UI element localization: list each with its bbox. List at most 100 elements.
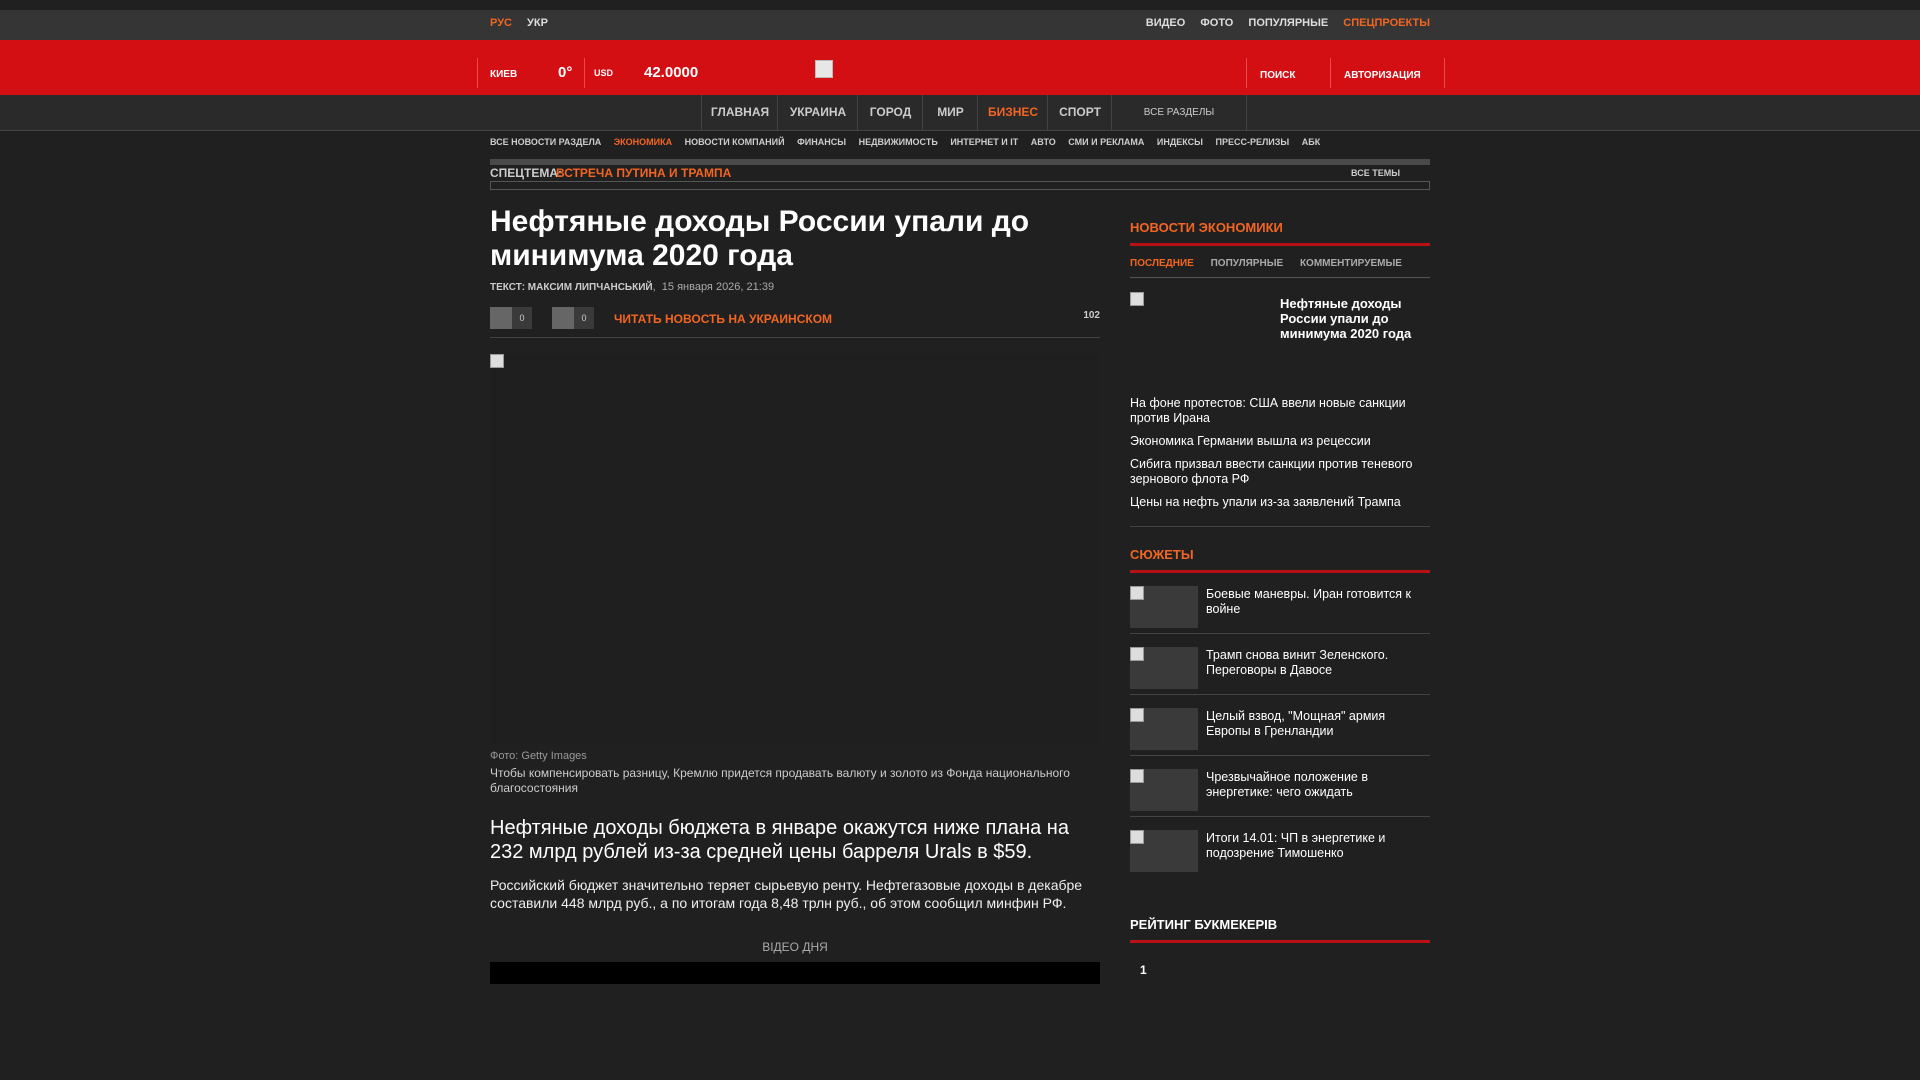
nav-item-ukraine[interactable]: УКРАИНА <box>777 95 858 130</box>
subnav-media[interactable]: СМИ И РЕКЛАМА <box>1068 137 1144 147</box>
site-header: КИЕВ 0° USD 42.0000 ПОИСК АВТОРИЗАЦИЯ <box>0 40 1920 95</box>
nav-item-business[interactable]: БИЗНЕС <box>977 95 1048 130</box>
special-topic-frame <box>490 181 1430 190</box>
article-author[interactable]: ТЕКСТ: МАКСИМ ЛИПЧАНСЬКИЙ <box>490 282 653 293</box>
login-button[interactable]: АВТОРИЗАЦИЯ <box>1344 70 1421 81</box>
photo-credit: Фото: Getty Images <box>490 750 587 762</box>
subnav-all-news[interactable]: ВСЕ НОВОСТИ РАЗДЕЛА <box>490 137 601 147</box>
story-title[interactable]: Боевые маневры. Иран готовится к войне <box>1206 587 1430 617</box>
subnav-abk[interactable]: АБК <box>1302 137 1320 147</box>
main-nav: ГЛАВНАЯ УКРАИНА ГОРОД МИР БИЗНЕС СПОРТ В… <box>0 95 1920 131</box>
lang-uk-link[interactable]: УКР <box>527 17 548 29</box>
section-divider <box>1130 526 1430 527</box>
article-divider <box>490 337 1100 338</box>
article-meta: ТЕКСТ: МАКСИМ ЛИПЧАНСЬКИЙ, 15 января 202… <box>490 281 775 293</box>
photo-caption: Чтобы компенсировать разницу, Кремлю при… <box>490 766 1070 795</box>
featured-news[interactable]: Нефтяные доходы России упали до минимума… <box>1130 278 1430 388</box>
popular-link[interactable]: ПОПУЛЯРНЫЕ <box>1248 17 1328 29</box>
share-count: 0 <box>512 307 532 329</box>
rating-position: 1 <box>1140 963 1147 977</box>
story-item[interactable]: Чрезвычайное положение в энергетике: чег… <box>1130 756 1430 817</box>
nav-item-all-sections[interactable]: ВСЕ РАЗДЕЛЫ <box>1111 95 1247 130</box>
nav-item-world[interactable]: МИР <box>922 95 978 130</box>
tab-commented[interactable]: КОММЕНТИРУЕМЫЕ <box>1300 258 1402 269</box>
nav-item-sport[interactable]: СПОРТ <box>1047 95 1112 130</box>
nav-item-city[interactable]: ГОРОД <box>857 95 923 130</box>
subnav-press-releases[interactable]: ПРЕСС-РЕЛИЗЫ <box>1216 137 1290 147</box>
article-date: 15 января 2026, 21:39 <box>661 281 775 293</box>
share-icon[interactable] <box>552 307 574 329</box>
header-divider <box>1246 58 1247 88</box>
site-logo[interactable] <box>815 60 833 78</box>
special-topic-link[interactable]: ВСТРЕЧА ПУТИНА И ТРАМПА <box>556 166 731 180</box>
search-button[interactable]: ПОИСК <box>1260 70 1295 81</box>
top-links: ВИДЕО ФОТО ПОПУЛЯРНЫЕ СПЕЦПРОЕКТЫ <box>1134 17 1430 29</box>
weather-city: КИЕВ <box>490 69 518 80</box>
weather-temp: 0° <box>558 64 573 81</box>
video-link[interactable]: ВИДЕО <box>1146 17 1186 29</box>
bookmaker-rating-title[interactable]: РЕЙТИНГ БУКМЕКЕРІВ <box>1130 917 1430 932</box>
subnav-finance[interactable]: ФИНАНСЫ <box>797 137 846 147</box>
news-tabs: ПОСЛЕДНИЕ ПОПУЛЯРНЫЕ КОММЕНТИРУЕМЫЕ <box>1130 258 1430 269</box>
subnav-economy[interactable]: ЭКОНОМИКА <box>614 137 672 147</box>
story-item[interactable]: Трамп снова винит Зеленского. Переговоры… <box>1130 634 1430 695</box>
story-item[interactable]: Итоги 14.01: ЧП в энергетике и подозрени… <box>1130 817 1430 877</box>
story-item[interactable]: Целый взвод, "Мощная" армия Европы в Гре… <box>1130 695 1430 756</box>
header-divider <box>584 58 585 88</box>
news-item[interactable]: Цены на нефть упали из-за заявлений Трам… <box>1130 495 1430 510</box>
header-divider <box>477 58 478 88</box>
stories-title[interactable]: СЮЖЕТЫ <box>1130 547 1430 562</box>
featured-news-title[interactable]: Нефтяные доходы России упали до минимума… <box>1280 296 1430 341</box>
video-of-day-label: ВІДЕО ДНЯ <box>762 940 828 954</box>
story-thumbnail[interactable] <box>1130 708 1198 750</box>
subnav-realty[interactable]: НЕДВИЖИМОСТЬ <box>859 137 938 147</box>
story-thumbnail[interactable] <box>1130 586 1198 628</box>
section-rule <box>1130 940 1430 943</box>
subnav-auto[interactable]: АВТО <box>1031 137 1056 147</box>
sidebar: НОВОСТИ ЭКОНОМИКИ ПОСЛЕДНИЕ ПОПУЛЯРНЫЕ К… <box>1130 220 1430 977</box>
tab-latest[interactable]: ПОСЛЕДНИЕ <box>1130 258 1194 269</box>
article-headline: Нефтяные доходы России упали до минимума… <box>490 205 1030 272</box>
story-thumbnail[interactable] <box>1130 830 1198 872</box>
story-title[interactable]: Итоги 14.01: ЧП в энергетике и подозрени… <box>1206 831 1430 861</box>
news-item[interactable]: На фоне протестов: США ввели новые санкц… <box>1130 396 1430 426</box>
economy-news-title[interactable]: НОВОСТИ ЭКОНОМИКИ <box>1130 220 1430 235</box>
article-actions: 0 0 ЧИТАТЬ НОВОСТЬ НА УКРАИНСКОМ 102 <box>490 305 1100 329</box>
photo-link[interactable]: ФОТО <box>1200 17 1233 29</box>
article-lead: Нефтяные доходы бюджета в январе окажутс… <box>490 817 1069 863</box>
read-in-ukrainian-link[interactable]: ЧИТАТЬ НОВОСТЬ НА УКРАИНСКОМ <box>614 312 832 326</box>
sub-nav: ВСЕ НОВОСТИ РАЗДЕЛА ЭКОНОМИКА НОВОСТИ КО… <box>490 137 1330 153</box>
tab-popular[interactable]: ПОПУЛЯРНЫЕ <box>1211 258 1284 269</box>
subnav-internet-it[interactable]: ИНТЕРНЕТ И IT <box>950 137 1018 147</box>
broken-image-icon <box>1130 586 1144 600</box>
header-divider <box>1444 58 1445 88</box>
lang-ru-link[interactable]: РУС <box>490 17 512 29</box>
special-projects-link[interactable]: СПЕЦПРОЕКТЫ <box>1343 17 1430 29</box>
broken-image-icon <box>1130 769 1144 783</box>
story-title[interactable]: Трамп снова винит Зеленского. Переговоры… <box>1206 648 1430 678</box>
video-player[interactable] <box>490 962 1100 984</box>
special-topic-label: СПЕЦТЕМА: <box>490 166 563 180</box>
story-thumbnail[interactable] <box>1130 769 1198 811</box>
share-icon[interactable] <box>490 307 512 329</box>
broken-image-icon <box>1130 647 1144 661</box>
header-divider <box>1330 58 1331 88</box>
top-bar: РУС УКР ВИДЕО ФОТО ПОПУЛЯРНЫЕ СПЕЦПРОЕКТ… <box>0 10 1920 40</box>
news-item[interactable]: Экономика Германии вышла из рецессии <box>1130 434 1430 449</box>
story-title[interactable]: Чрезвычайное положение в энергетике: чег… <box>1206 770 1430 800</box>
nav-item-home[interactable]: ГЛАВНАЯ <box>701 95 778 130</box>
currency-rate: 42.0000 <box>644 64 699 81</box>
subnav-company-news[interactable]: НОВОСТИ КОМПАНИЙ <box>685 137 785 147</box>
news-item[interactable]: Сибига призвал ввести санкции против тен… <box>1130 457 1430 487</box>
special-topic-bar: СПЕЦТЕМА: ВСТРЕЧА ПУТИНА И ТРАМПА ВСЕ ТЕ… <box>490 159 1430 190</box>
subnav-indexes[interactable]: ИНДЕКСЫ <box>1157 137 1203 147</box>
view-count: 102 <box>1083 310 1100 321</box>
article: Нефтяные доходы России упали до минимума… <box>490 205 1100 984</box>
story-thumbnail[interactable] <box>1130 647 1198 689</box>
all-topics-link[interactable]: ВСЕ ТЕМЫ <box>1351 168 1400 178</box>
story-title[interactable]: Целый взвод, "Мощная" армия Европы в Гре… <box>1206 709 1430 739</box>
language-switch: РУС УКР <box>490 17 560 29</box>
story-item[interactable]: Боевые маневры. Иран готовится к войне <box>1130 573 1430 634</box>
news-list: На фоне протестов: США ввели новые санкц… <box>1130 396 1430 510</box>
featured-news-image[interactable] <box>1130 292 1280 384</box>
